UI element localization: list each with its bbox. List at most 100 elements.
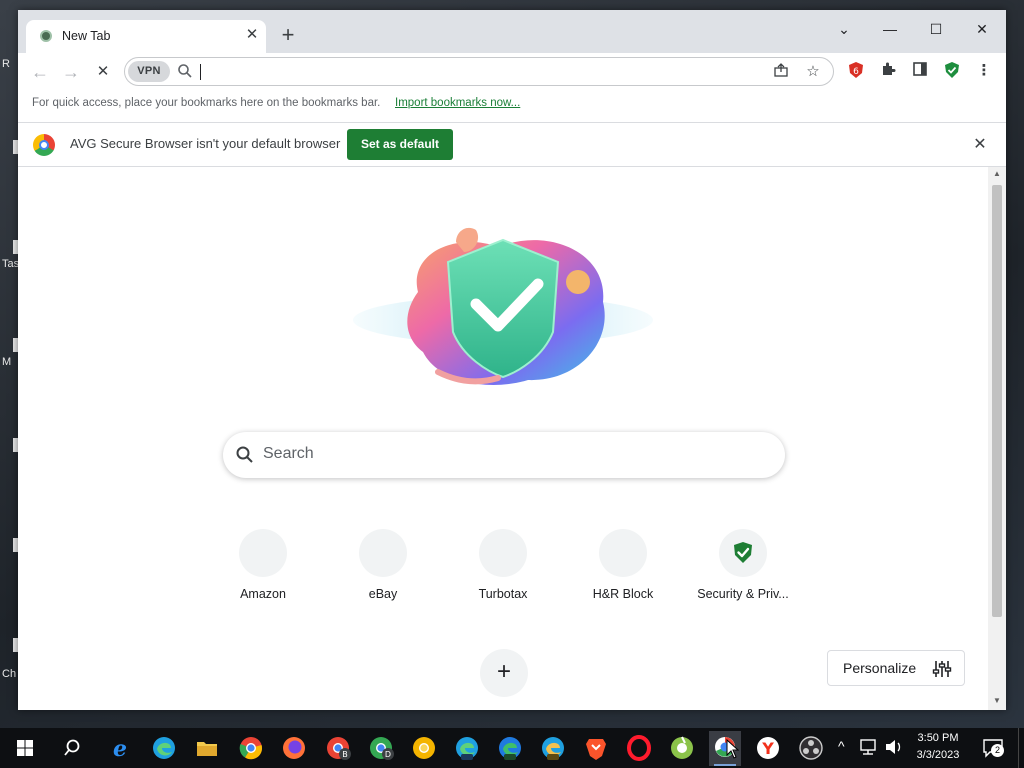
default-browser-infobar: AVG Secure Browser isn't your default br… — [18, 122, 1006, 167]
tab-favicon-icon — [40, 30, 52, 42]
chrome-dev-icon[interactable]: D — [366, 733, 396, 763]
security-shield-extension-icon[interactable] — [942, 61, 962, 81]
avg-browser-logo-icon — [33, 134, 55, 156]
desktop-label: Ch — [2, 668, 17, 680]
add-shortcut-button[interactable]: + — [480, 649, 528, 697]
page-scrollbar[interactable]: ▲ ▼ — [988, 167, 1006, 710]
scroll-down-arrow-icon[interactable]: ▼ — [988, 694, 1006, 708]
personalize-label: Personalize — [843, 660, 917, 676]
shortcut-favicon — [359, 529, 407, 577]
internet-explorer-icon[interactable]: e — [105, 733, 135, 763]
more-menu-icon[interactable]: ⋮ — [974, 61, 994, 81]
shortcut-favicon — [479, 529, 527, 577]
clock-date[interactable]: 3/3/2023 — [908, 749, 968, 761]
infobar-close-button[interactable]: ✕ — [970, 135, 990, 155]
notification-count-badge: 2 — [991, 744, 1004, 757]
svg-text:B: B — [342, 750, 348, 759]
active-app-indicator — [714, 764, 736, 766]
search-icon — [236, 446, 253, 463]
obs-studio-icon[interactable] — [796, 733, 826, 763]
shortcut-label: H&R Block — [592, 587, 654, 601]
infobar-message: AVG Secure Browser isn't your default br… — [70, 136, 341, 151]
forward-button[interactable]: → — [58, 59, 84, 85]
svg-text:6: 6 — [853, 67, 859, 77]
mouse-cursor-icon — [726, 739, 740, 759]
yandex-icon[interactable]: Y — [753, 733, 783, 763]
tab-title: New Tab — [62, 29, 111, 43]
desktop-label: Tas — [2, 258, 20, 270]
tab-new-tab[interactable]: New Tab ✕ — [26, 20, 266, 53]
chrome-icon[interactable] — [236, 733, 266, 763]
extensions-puzzle-icon[interactable] — [878, 61, 898, 81]
shortcut-tile-ebay[interactable]: eBay — [327, 525, 439, 605]
address-bar[interactable]: VPN ☆ — [124, 57, 834, 86]
desktop-icons-strip: R Tas M Ch — [0, 0, 20, 710]
chrome-canary-icon[interactable] — [409, 733, 439, 763]
shortcut-tile-turbotax[interactable]: Turbotax — [447, 525, 559, 605]
edge-canary-icon[interactable] — [538, 733, 568, 763]
shortcut-tile-hr-block[interactable]: H&R Block — [567, 525, 679, 605]
edge-icon[interactable] — [149, 733, 179, 763]
tab-search-dropdown-button[interactable]: ⌄ — [826, 16, 862, 42]
shield-check-icon — [734, 542, 752, 563]
side-panel-icon[interactable] — [910, 61, 930, 81]
new-tab-button[interactable]: + — [276, 24, 300, 48]
security-hero-illustration — [353, 227, 653, 385]
import-bookmarks-link[interactable]: Import bookmarks now... — [395, 97, 520, 109]
shortcut-favicon — [719, 529, 767, 577]
svg-text:e: e — [113, 736, 127, 762]
shortcut-tile-amazon[interactable]: Amazon — [207, 525, 319, 605]
minimize-button[interactable]: — — [872, 16, 908, 42]
set-as-default-button[interactable]: Set as default — [347, 129, 453, 160]
back-button[interactable]: ← — [27, 59, 53, 85]
search-icon[interactable] — [57, 733, 87, 763]
tab-close-button[interactable]: ✕ — [242, 25, 262, 45]
ntp-search-placeholder: Search — [263, 445, 314, 462]
bookmark-star-icon[interactable]: ☆ — [803, 62, 823, 82]
adblock-extension-icon[interactable]: 6 — [846, 61, 866, 81]
shortcut-favicon — [599, 529, 647, 577]
personalize-button[interactable]: Personalize — [827, 650, 965, 686]
chrome-beta-icon[interactable]: B — [323, 733, 353, 763]
bookmarks-bar: For quick access, place your bookmarks h… — [18, 90, 1006, 122]
desktop-label: R — [2, 58, 10, 70]
network-icon[interactable] — [858, 736, 880, 758]
shortcut-label: Amazon — [240, 587, 286, 601]
edge-beta-icon[interactable] — [452, 733, 482, 763]
address-input-caret — [200, 64, 201, 80]
svg-text:D: D — [385, 750, 391, 759]
file-explorer-icon[interactable] — [192, 733, 222, 763]
tab-strip: New Tab ✕ + ⌄ — ☐ ✕ — [18, 10, 1006, 53]
clock-time[interactable]: 3:50 PM — [908, 732, 968, 744]
sliders-icon — [932, 661, 952, 677]
avast-secure-browser-icon[interactable] — [667, 733, 697, 763]
edge-dev-icon[interactable] — [495, 733, 525, 763]
ntp-search-box[interactable]: Search — [223, 432, 785, 478]
taskbar: e B D Y ^ 3:50 PM 3/3/2023 2 — [0, 728, 1024, 768]
desktop-label: M — [2, 356, 12, 368]
firefox-icon[interactable] — [279, 733, 309, 763]
vpn-button[interactable]: VPN — [128, 61, 170, 82]
close-window-button[interactable]: ✕ — [964, 16, 1000, 42]
shortcut-label: Security & Priv... — [697, 587, 789, 601]
svg-text:Y: Y — [761, 739, 774, 758]
new-tab-page: Search Amazon eBay Turbotax H&R Block Se… — [18, 167, 988, 710]
notifications-button[interactable]: 2 — [982, 737, 1004, 759]
scrollbar-thumb[interactable] — [992, 185, 1002, 617]
shortcut-label: Turbotax — [478, 587, 528, 601]
windows-start-icon[interactable] — [10, 733, 40, 763]
show-desktop-button[interactable] — [1018, 728, 1024, 768]
bookmarks-hint-text: For quick access, place your bookmarks h… — [32, 97, 381, 109]
tray-chevron-up-icon[interactable]: ^ — [838, 738, 845, 754]
share-icon[interactable] — [771, 62, 791, 82]
browser-window: New Tab ✕ + ⌄ — ☐ ✕ ← → ✕ VPN ☆ 6 ⋮ For … — [18, 10, 1006, 710]
scroll-up-arrow-icon[interactable]: ▲ — [988, 167, 1006, 181]
shortcut-label: eBay — [368, 587, 398, 601]
maximize-button[interactable]: ☐ — [918, 16, 954, 42]
stop-loading-button[interactable]: ✕ — [90, 59, 116, 85]
brave-icon[interactable] — [581, 733, 611, 763]
opera-icon[interactable] — [624, 733, 654, 763]
browser-toolbar: ← → ✕ VPN ☆ 6 ⋮ — [18, 53, 1006, 90]
shortcut-tile-security-privacy[interactable]: Security & Priv... — [687, 525, 799, 605]
volume-icon[interactable] — [883, 736, 905, 758]
